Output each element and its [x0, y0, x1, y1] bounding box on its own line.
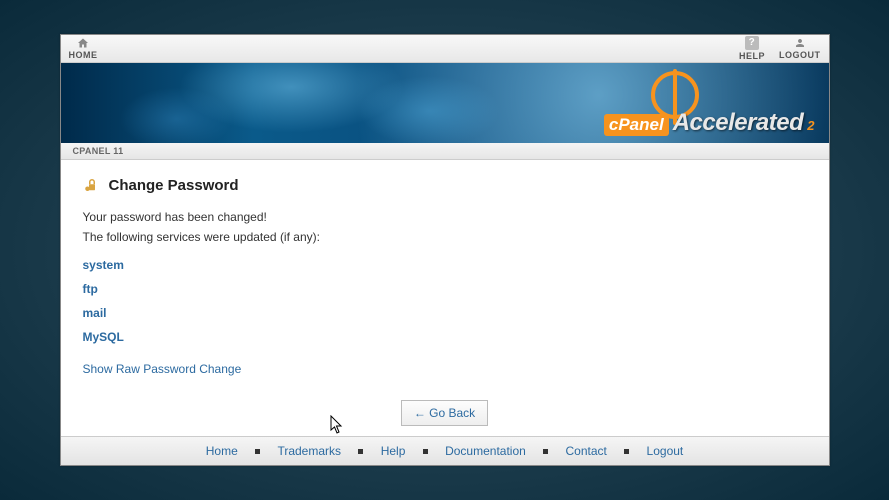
footer-sep	[543, 449, 548, 454]
footer-sep	[358, 449, 363, 454]
footer: Home Trademarks Help Documentation Conta…	[61, 436, 829, 465]
help-nav[interactable]: ? HELP	[739, 36, 765, 61]
footer-link-help[interactable]: Help	[381, 444, 406, 458]
footer-link-home[interactable]: Home	[206, 444, 238, 458]
home-nav[interactable]: HOME	[69, 37, 98, 60]
page-heading: Change Password	[83, 176, 807, 194]
footer-link-contact[interactable]: Contact	[566, 444, 607, 458]
footer-sep	[255, 449, 260, 454]
footer-sep	[423, 449, 428, 454]
help-label: HELP	[739, 51, 765, 61]
footer-link-trademarks[interactable]: Trademarks	[277, 444, 341, 458]
banner: cPanel Accelerated 2	[61, 63, 829, 143]
brand-name: cPanel	[604, 114, 669, 136]
service-link-mysql[interactable]: MySQL	[83, 330, 807, 344]
password-icon	[83, 176, 101, 194]
content-area: Change Password Your password has been c…	[61, 160, 829, 436]
show-raw-link[interactable]: Show Raw Password Change	[83, 362, 242, 376]
logout-icon	[793, 37, 807, 49]
footer-link-documentation[interactable]: Documentation	[445, 444, 526, 458]
go-back-button[interactable]: ← Go Back	[401, 400, 488, 426]
logout-label: LOGOUT	[779, 50, 821, 60]
success-message-2: The following services were updated (if …	[83, 228, 807, 246]
footer-sep	[624, 449, 629, 454]
breadcrumb: CPANEL 11	[61, 143, 829, 160]
success-message-1: Your password has been changed!	[83, 208, 807, 226]
banner-brand: cPanel Accelerated 2	[604, 109, 815, 137]
brand-sub: 2	[807, 118, 814, 133]
service-link-system[interactable]: system	[83, 258, 807, 272]
home-icon	[76, 37, 90, 49]
service-link-mail[interactable]: mail	[83, 306, 807, 320]
home-label: HOME	[69, 50, 98, 60]
page-title: Change Password	[109, 177, 239, 194]
footer-link-logout[interactable]: Logout	[647, 444, 684, 458]
cpanel-window: HOME ? HELP LOGOUT cPanel Accelerated 2 …	[60, 34, 830, 466]
top-bar: HOME ? HELP LOGOUT	[61, 35, 829, 63]
brand-tagline: Accelerated	[673, 109, 804, 137]
service-link-ftp[interactable]: ftp	[83, 282, 807, 296]
help-icon: ?	[745, 36, 759, 50]
service-list: system ftp mail MySQL	[83, 258, 807, 344]
logout-nav[interactable]: LOGOUT	[779, 37, 821, 60]
